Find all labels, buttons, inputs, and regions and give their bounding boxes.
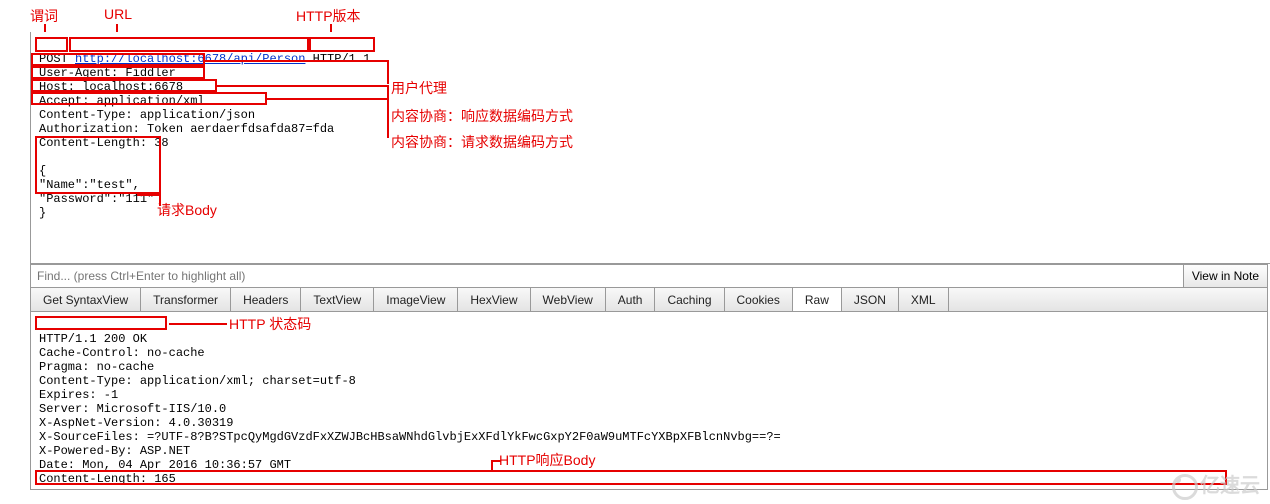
tab-webview[interactable]: WebView	[531, 288, 606, 311]
hdr-accept: Accept: application/xml	[39, 94, 205, 108]
tab-get-syntaxview[interactable]: Get SyntaxView	[31, 288, 141, 311]
view-in-notepad-button[interactable]: View in Note	[1183, 265, 1267, 287]
find-input[interactable]	[31, 265, 1183, 287]
tab-auth[interactable]: Auth	[606, 288, 656, 311]
annotation-url: URL	[104, 6, 132, 22]
inspector-tabs: Get SyntaxViewTransformerHeadersTextView…	[30, 288, 1268, 312]
body-line-3: }	[39, 206, 46, 220]
watermark: 亿速云	[1172, 469, 1260, 500]
tab-xml[interactable]: XML	[899, 288, 949, 311]
resp-hdr-2: Content-Type: application/xml; charset=u…	[39, 374, 356, 388]
watermark-icon	[1172, 474, 1198, 500]
annotation-verb: 谓词	[30, 6, 58, 26]
request-method: POST	[39, 52, 68, 66]
request-panel: POST http://localhost:6678/api/Person HT…	[30, 32, 1270, 264]
annotation-status-code: HTTP 状态码	[229, 314, 311, 334]
annotation-req-body: 请求Body	[157, 200, 217, 220]
resp-hdr-6: X-SourceFiles: =?UTF-8?B?STpcQyMgdGVzdFx…	[39, 430, 781, 444]
response-raw[interactable]: HTTP/1.1 200 OK Cache-Control: no-cache …	[39, 318, 1259, 490]
resp-hdr-1: Pragma: no-cache	[39, 360, 154, 374]
annotation-resp-body: HTTP响应Body	[499, 450, 595, 470]
annotation-http-version: HTTP版本	[296, 6, 361, 26]
tab-imageview[interactable]: ImageView	[374, 288, 458, 311]
hdr-user-agent: User-Agent: Fiddler	[39, 66, 176, 80]
hdr-authorization: Authorization: Token aerdaerfdsafda87=fd…	[39, 122, 334, 136]
request-url[interactable]: http://localhost:6678/api/Person	[75, 52, 305, 66]
tab-textview[interactable]: TextView	[301, 288, 374, 311]
hdr-content-type: Content-Type: application/json	[39, 108, 255, 122]
tab-headers[interactable]: Headers	[231, 288, 301, 311]
tab-json[interactable]: JSON	[842, 288, 899, 311]
resp-hdr-0: Cache-Control: no-cache	[39, 346, 205, 360]
request-http-version: HTTP/1.1	[313, 52, 371, 66]
resp-hdr-3: Expires: -1	[39, 388, 118, 402]
body-line-1: "Name":"test",	[39, 178, 140, 192]
tab-hexview[interactable]: HexView	[458, 288, 530, 311]
resp-hdr-8: Date: Mon, 04 Apr 2016 10:36:57 GMT	[39, 458, 291, 472]
body-line-0: {	[39, 164, 46, 178]
tab-transformer[interactable]: Transformer	[141, 288, 231, 311]
response-panel: HTTP/1.1 200 OK Cache-Control: no-cache …	[30, 312, 1268, 490]
hdr-content-length: Content-Length: 38	[39, 136, 169, 150]
request-raw[interactable]: POST http://localhost:6678/api/Person HT…	[39, 38, 1270, 234]
tab-cookies[interactable]: Cookies	[725, 288, 793, 311]
tab-caching[interactable]: Caching	[655, 288, 724, 311]
tab-raw[interactable]: Raw	[793, 288, 842, 311]
resp-hdr-7: X-Powered-By: ASP.NET	[39, 444, 190, 458]
resp-hdr-9: Content-Length: 165	[39, 472, 176, 486]
body-line-2: "Password":"111"	[39, 192, 154, 206]
hdr-host: Host: localhost:6678	[39, 80, 183, 94]
annotation-ctype-neg: 内容协商：请求数据编码方式	[391, 132, 573, 152]
response-status: HTTP/1.1 200 OK	[39, 332, 147, 346]
resp-hdr-4: Server: Microsoft-IIS/10.0	[39, 402, 226, 416]
find-bar: View in Note	[30, 264, 1268, 288]
annotation-user-agent: 用户代理	[391, 78, 447, 98]
annotation-accept-neg: 内容协商：响应数据编码方式	[391, 106, 573, 126]
resp-hdr-5: X-AspNet-Version: 4.0.30319	[39, 416, 233, 430]
